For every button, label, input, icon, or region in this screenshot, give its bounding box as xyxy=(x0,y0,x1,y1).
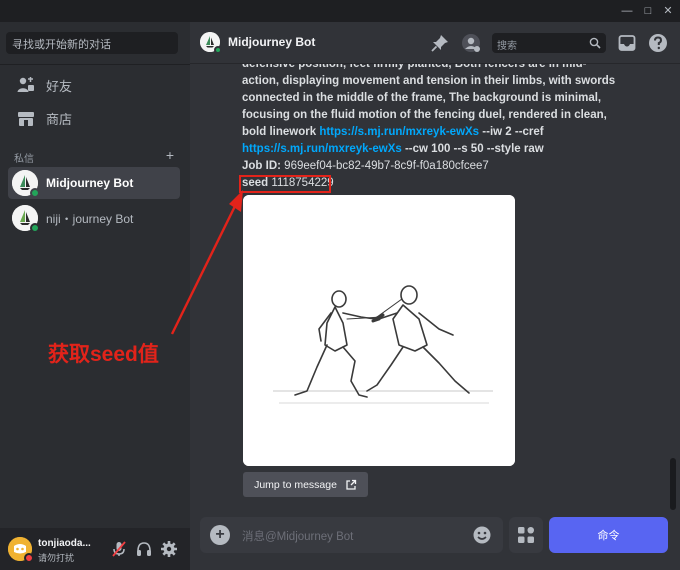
channel-title: Midjourney Bot xyxy=(228,35,316,49)
sidebar-item-label: 商店 xyxy=(46,111,73,127)
message-line: bold linework https://s.mj.run/mxreyk-ew… xyxy=(242,124,612,141)
create-dm-button[interactable]: + xyxy=(166,148,174,165)
message-input-bar: + 消息@Midjourney Bot xyxy=(200,517,503,553)
dm-header-label: 私信 xyxy=(14,154,34,165)
attach-plus-button[interactable]: + xyxy=(210,525,230,545)
user-status: 请勿打扰 xyxy=(38,553,75,563)
dm-item-label: Midjourney Bot xyxy=(46,176,134,190)
fencing-illustration xyxy=(243,195,515,466)
message-line: focusing on the fluid motion of the fenc… xyxy=(242,109,607,121)
annotation-label: 获取seed值 xyxy=(48,343,159,366)
search-icon xyxy=(589,37,601,49)
dnd-status-icon xyxy=(24,553,34,563)
generated-image[interactable] xyxy=(243,195,515,466)
dm-item-midjourney-bot[interactable]: Midjourney Bot xyxy=(8,167,180,199)
message-list[interactable]: defensive position, feet firmly planted,… xyxy=(190,64,668,509)
user-panel: tonjiaoda... 请勿打扰 xyxy=(0,528,190,570)
user-profile-icon[interactable] xyxy=(461,33,481,53)
shop-icon xyxy=(18,112,34,126)
search-input[interactable]: 搜索 xyxy=(492,33,606,53)
job-id-value: 969eef04-bc82-49b7-8c9f-f0a180cfcee7 xyxy=(280,160,489,172)
window-titlebar: — □ ✕ xyxy=(0,0,680,22)
message-input[interactable]: 消息@Midjourney Bot xyxy=(242,528,353,544)
conversation-search-input[interactable]: 寻找或开始新的对话 xyxy=(6,32,178,54)
avatar xyxy=(12,170,40,198)
close-icon[interactable]: ✕ xyxy=(660,3,676,19)
jump-to-message-button[interactable]: Jump to message xyxy=(243,472,368,497)
jump-to-message-label: Jump to message xyxy=(254,478,337,491)
dm-section-header: 私信 + xyxy=(14,148,174,165)
message-text: --cw 100 --s 50 --style raw xyxy=(401,143,544,155)
message-line: https://s.mj.run/mxreyk-ewXs --cw 100 --… xyxy=(242,141,612,158)
divider xyxy=(0,64,190,65)
inbox-icon[interactable] xyxy=(617,33,637,53)
emoji-icon[interactable] xyxy=(472,525,492,545)
sidebar-item-shop[interactable]: 商店 xyxy=(8,103,182,133)
apps-grid-icon xyxy=(518,527,534,543)
message-scrollbar[interactable] xyxy=(670,458,676,510)
online-status-icon xyxy=(30,223,40,233)
maximize-icon[interactable]: □ xyxy=(640,3,656,19)
avatar xyxy=(200,32,222,54)
dm-sidebar: 寻找或开始新的对话 好友 商店 私信 + Midjourney Bot niji… xyxy=(0,22,190,532)
job-id-label: Job ID: xyxy=(242,160,281,172)
message-line: connected in the middle of the frame, Th… xyxy=(242,92,602,104)
message-text: bold linework xyxy=(242,126,320,138)
dm-item-niji-journey-bot[interactable]: niji・journey Bot xyxy=(8,202,180,234)
sidebar-item-label: 好友 xyxy=(46,78,73,94)
dm-item-label: niji・journey Bot xyxy=(46,211,134,226)
search-placeholder: 搜索 xyxy=(497,41,517,52)
job-id: Job ID: 969eef04-bc82-49b7-8c9f-f0a180cf… xyxy=(242,160,489,172)
sidebar-item-friends[interactable]: 好友 xyxy=(8,70,182,100)
friends-icon xyxy=(17,77,34,92)
message-text: --iw 2 --cref xyxy=(479,126,544,138)
message-line: defensive position, feet firmly planted,… xyxy=(242,64,587,70)
mute-microphone-icon[interactable] xyxy=(110,540,128,558)
command-button[interactable]: 命令 xyxy=(549,517,668,553)
gear-icon[interactable] xyxy=(160,540,178,558)
online-status-icon xyxy=(214,46,222,54)
seed-highlight-box xyxy=(239,175,331,193)
pin-icon[interactable] xyxy=(430,33,450,53)
minimize-icon[interactable]: — xyxy=(619,3,635,19)
channel-header: Midjourney Bot 搜索 xyxy=(190,22,680,64)
apps-button[interactable] xyxy=(509,517,543,553)
headphones-icon[interactable] xyxy=(135,540,153,558)
prompt-link[interactable]: https://s.mj.run/mxreyk-ewXs xyxy=(319,126,479,138)
avatar xyxy=(12,205,40,233)
avatar[interactable] xyxy=(8,537,34,563)
message-content: defensive position, feet firmly planted,… xyxy=(242,64,616,158)
help-icon[interactable] xyxy=(648,33,668,53)
prompt-link[interactable]: https://s.mj.run/mxreyk-ewXs xyxy=(242,143,402,155)
username: tonjiaoda... xyxy=(38,538,91,549)
message-line: action, displaying movement and tension … xyxy=(242,75,616,87)
online-status-icon xyxy=(30,188,40,198)
external-link-icon xyxy=(346,479,357,490)
